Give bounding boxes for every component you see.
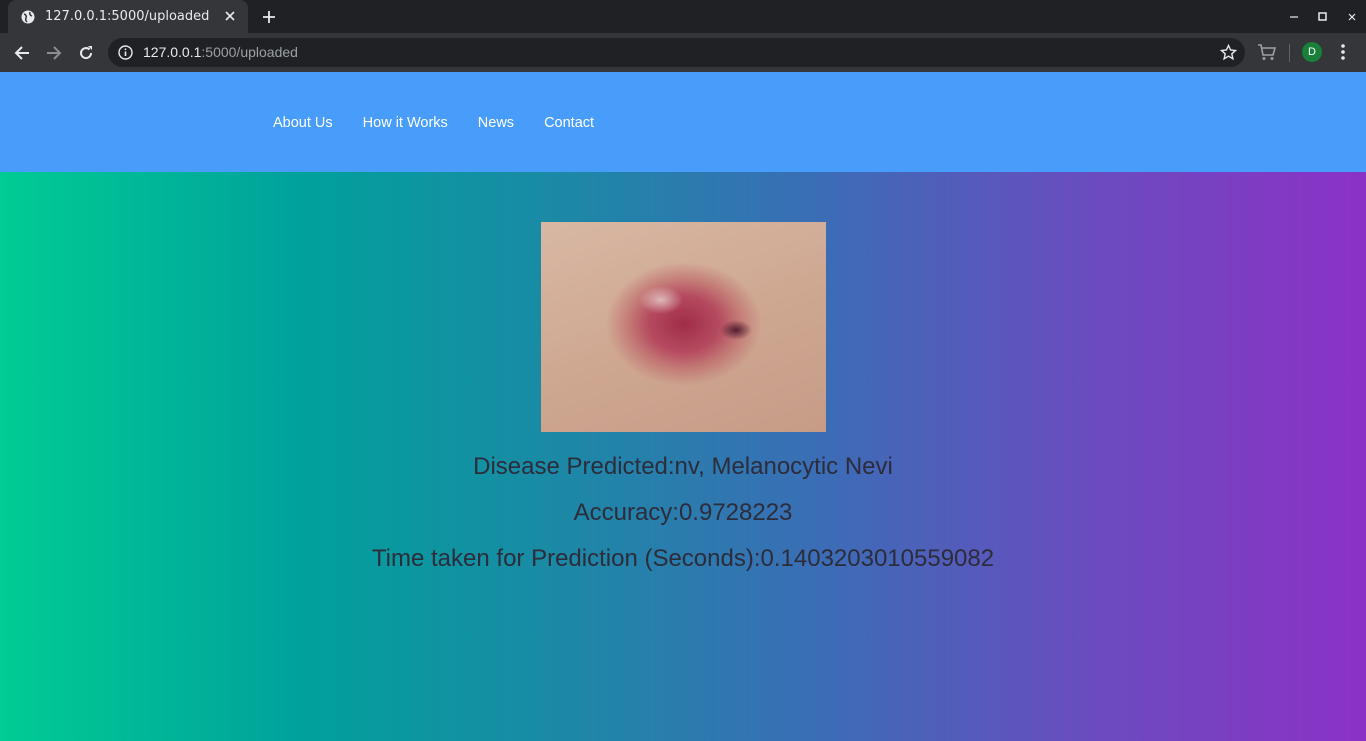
address-bar[interactable]: 127.0.0.1:5000/uploaded bbox=[108, 38, 1245, 67]
close-tab-icon[interactable] bbox=[222, 9, 238, 25]
profile-avatar[interactable]: D bbox=[1302, 42, 1322, 62]
nav-link-about-us[interactable]: About Us bbox=[273, 115, 333, 131]
browser-tab-strip: 127.0.0.1:5000/uploaded bbox=[0, 0, 1366, 33]
nav-links: About Us How it Works News Contact bbox=[273, 115, 594, 131]
nav-link-news[interactable]: News bbox=[478, 115, 514, 131]
url-host: 127.0.0.1 bbox=[143, 44, 202, 60]
nav-link-contact[interactable]: Contact bbox=[544, 115, 594, 131]
browser-tab[interactable]: 127.0.0.1:5000/uploaded bbox=[8, 0, 248, 33]
close-window-icon[interactable] bbox=[1337, 0, 1366, 33]
new-tab-icon[interactable] bbox=[258, 6, 280, 28]
toolbar-divider bbox=[1289, 44, 1290, 62]
url-text[interactable]: 127.0.0.1:5000/uploaded bbox=[143, 44, 298, 60]
site-navbar: About Us How it Works News Contact bbox=[0, 72, 1366, 172]
forward-icon[interactable] bbox=[42, 41, 66, 65]
globe-icon bbox=[20, 9, 36, 25]
accuracy-text: Accuracy:0.9728223 bbox=[573, 499, 793, 526]
cart-extension-icon[interactable] bbox=[1257, 42, 1277, 62]
back-icon[interactable] bbox=[10, 41, 34, 65]
web-page: About Us How it Works News Contact Disea… bbox=[0, 72, 1366, 741]
result-section: Disease Predicted:nv, Melanocytic Nevi A… bbox=[0, 172, 1366, 741]
bookmark-star-icon[interactable] bbox=[1219, 43, 1238, 61]
more-menu-icon[interactable] bbox=[1337, 42, 1349, 62]
reload-icon[interactable] bbox=[74, 41, 98, 65]
maximize-icon[interactable] bbox=[1308, 0, 1337, 33]
browser-toolbar: 127.0.0.1:5000/uploaded D bbox=[0, 33, 1366, 72]
info-icon[interactable] bbox=[118, 45, 133, 60]
tab-title: 127.0.0.1:5000/uploaded bbox=[45, 9, 210, 24]
uploaded-skin-image bbox=[541, 222, 826, 432]
prediction-time-text: Time taken for Prediction (Seconds):0.14… bbox=[371, 545, 995, 572]
disease-prediction-text: Disease Predicted:nv, Melanocytic Nevi bbox=[473, 453, 893, 480]
minimize-icon[interactable] bbox=[1279, 0, 1308, 33]
url-path: :5000/uploaded bbox=[201, 44, 298, 60]
window-controls bbox=[1279, 0, 1366, 33]
nav-link-how-it-works[interactable]: How it Works bbox=[363, 115, 448, 131]
